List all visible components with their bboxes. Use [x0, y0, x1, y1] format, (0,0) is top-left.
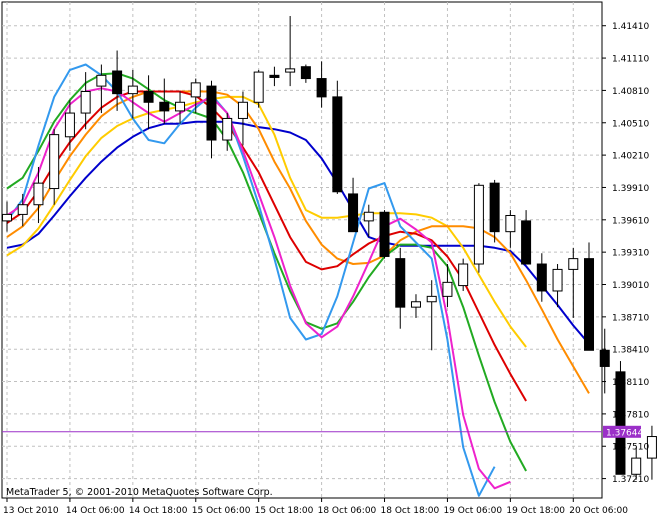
candle-bull: [191, 83, 200, 97]
candle-bull: [223, 118, 232, 140]
y-tick-label: 1.37810: [612, 410, 649, 420]
candle-bull: [128, 86, 137, 94]
x-tick-label: 19 Oct 06:00: [443, 506, 502, 516]
candle-bear: [537, 264, 546, 291]
candle-bear: [144, 91, 153, 102]
x-tick-label: 13 Oct 2010: [3, 506, 59, 516]
price-chart: 1.37644 1.41410 1.41110 1.40810 1.40510 1.40…: [0, 0, 661, 522]
y-tick-label: 1.37210: [612, 475, 649, 485]
y-tick-label: 1.41110: [612, 55, 649, 65]
y-tick-label: 1.39010: [612, 281, 649, 291]
candle-bear: [207, 86, 216, 140]
candle-bear: [333, 97, 342, 192]
candle-bull: [238, 102, 247, 118]
candle-bear: [490, 183, 499, 232]
y-tick-label: 1.41410: [612, 22, 649, 32]
y-tick-label: 1.38710: [612, 313, 649, 323]
y-tick-label: 1.40210: [612, 152, 649, 162]
candle-bear: [317, 79, 326, 97]
candle-bull: [474, 185, 483, 264]
candle-bull: [632, 458, 641, 474]
candle-bear: [585, 259, 594, 351]
candle-bull: [18, 205, 27, 215]
chart-root: 1.37644 1.41410 1.41110 1.40810 1.40510 1.40…: [0, 0, 661, 522]
y-tick-label: 1.39310: [612, 249, 649, 259]
candle-bear: [600, 350, 609, 366]
candle-bull: [443, 282, 452, 296]
candle-bear: [113, 71, 122, 94]
y-tick-label: 1.39910: [612, 184, 649, 194]
x-tick-label: 14 Oct 18:00: [129, 506, 188, 516]
time-axis: 13 Oct 2010 14 Oct 06:00 14 Oct 18:00 15 Oc…: [3, 498, 628, 516]
candle-bull: [569, 259, 578, 270]
x-tick-label: 18 Oct 06:00: [318, 506, 377, 516]
candle-bull: [553, 269, 562, 291]
x-tick-label: 15 Oct 06:00: [192, 506, 251, 516]
candle-bear: [349, 194, 358, 232]
candle-bear: [380, 212, 389, 256]
x-tick-label: 18 Oct 18:00: [381, 506, 440, 516]
x-tick-label: 15 Oct 18:00: [255, 506, 314, 516]
candle-bull: [50, 135, 59, 189]
candle-bull: [364, 212, 373, 221]
y-tick-label: 1.40510: [612, 119, 649, 129]
candle-bull: [286, 69, 295, 72]
candle-bear: [160, 102, 169, 111]
candle-bull: [3, 214, 12, 220]
price-label-text: 1.37644: [606, 428, 643, 438]
candle-bull: [411, 302, 420, 307]
y-tick-label: 1.38410: [612, 346, 649, 356]
candle-bull: [81, 91, 90, 113]
candle-bull: [65, 113, 74, 137]
y-tick-label: 1.38110: [612, 378, 649, 388]
candle-bull: [459, 264, 468, 286]
candle-bull: [34, 183, 43, 205]
x-tick-label: 20 Oct 06:00: [569, 506, 628, 516]
candle-bear: [301, 67, 310, 79]
candle-bear: [270, 75, 279, 77]
y-tick-label: 1.40810: [612, 87, 649, 97]
price-axis: 1.41410 1.41110 1.40810 1.40510 1.40210 1.399…: [602, 22, 649, 485]
candle-bull: [506, 215, 515, 231]
x-tick-label: 14 Oct 06:00: [66, 506, 125, 516]
y-tick-label: 1.39610: [612, 216, 649, 226]
candle-bull: [427, 296, 436, 301]
candle-bear: [396, 259, 405, 308]
candle-bull: [176, 102, 185, 111]
watermark: MetaTrader 5, © 2001-2010 MetaQuotes Sof…: [6, 487, 273, 498]
candle-bull: [97, 75, 106, 86]
x-tick-label: 19 Oct 18:00: [506, 506, 565, 516]
y-tick-label: 1.37510: [612, 443, 649, 453]
candle-bear: [522, 221, 531, 264]
candle-bull: [254, 72, 263, 102]
